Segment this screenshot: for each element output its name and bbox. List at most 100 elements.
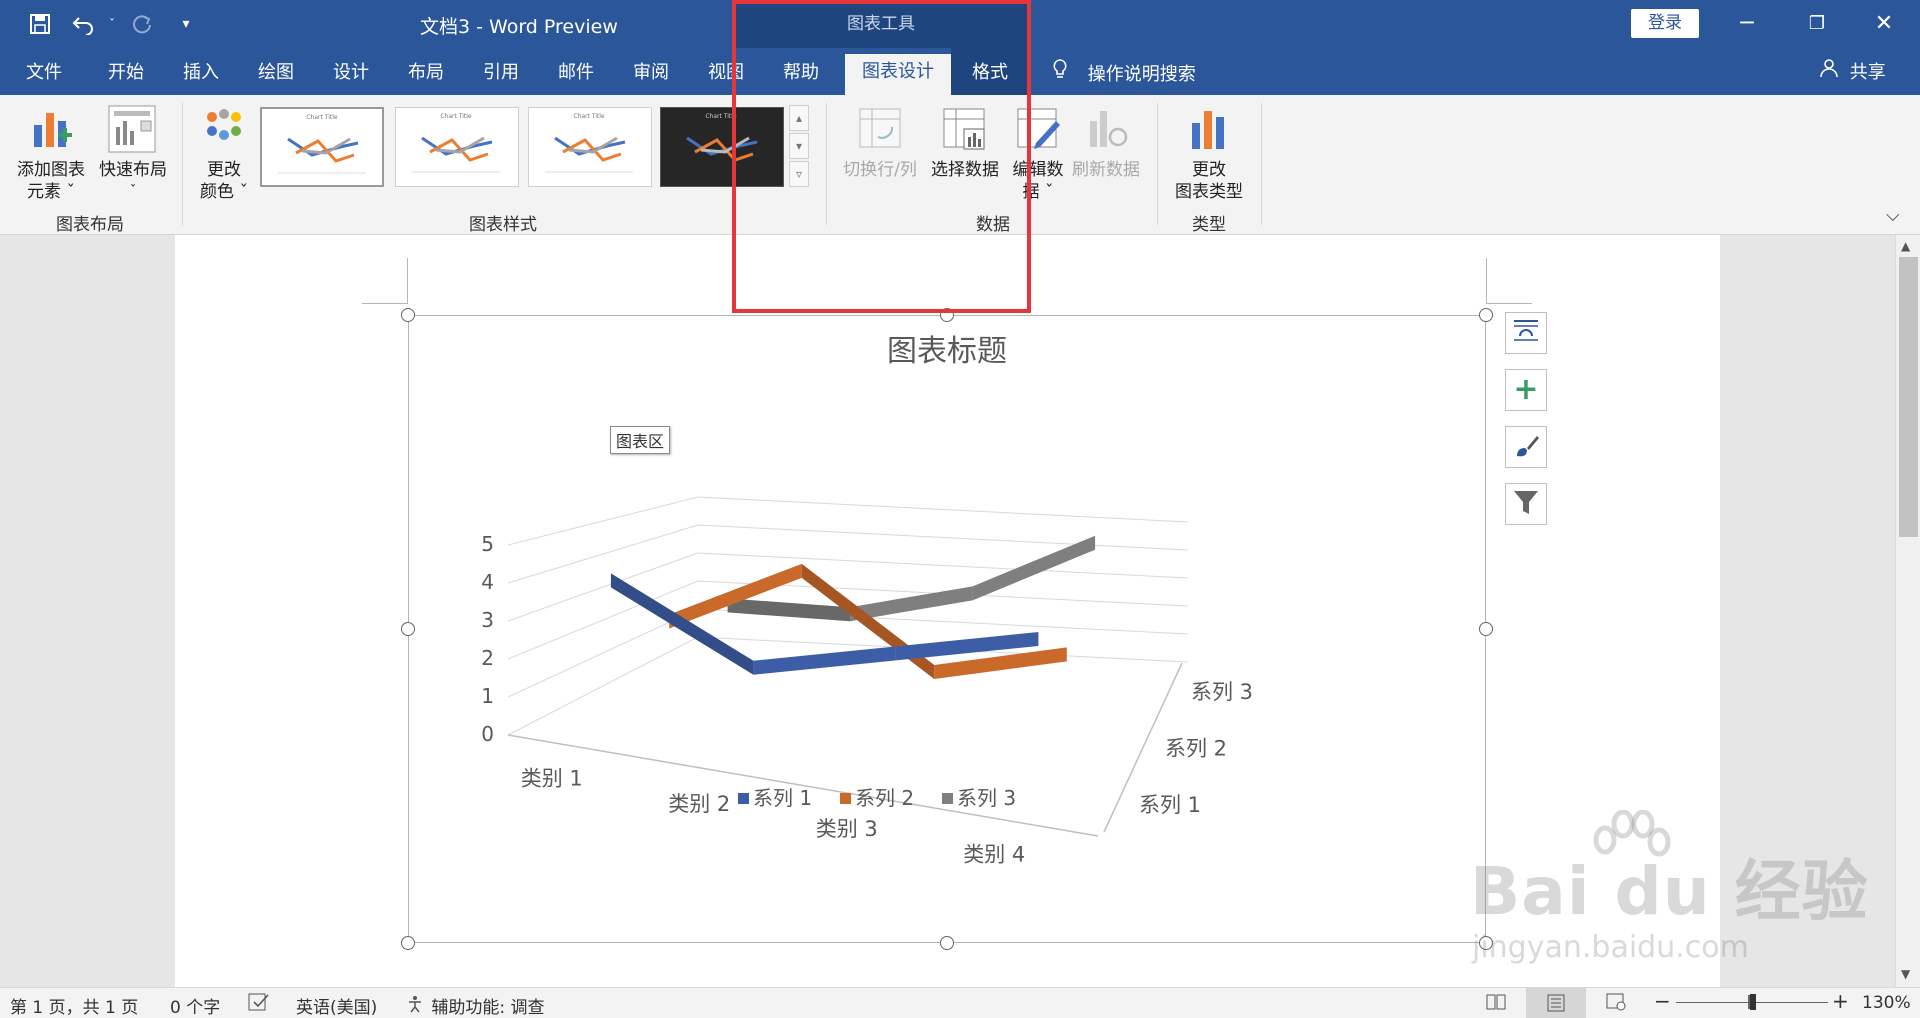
close-icon[interactable]: ✕ <box>1864 8 1904 40</box>
color-palette-icon <box>204 109 244 149</box>
resize-handle[interactable] <box>401 936 415 950</box>
zoom-level[interactable]: 130% <box>1862 993 1911 1013</box>
tell-me-search[interactable]: 操作说明搜索 <box>1052 58 1196 86</box>
tab-references[interactable]: 引用 <box>483 58 519 84</box>
tab-mailings[interactable]: 邮件 <box>558 58 594 84</box>
quick-layout-button[interactable]: 快速布局 ˇ <box>92 103 174 203</box>
person-icon <box>1820 59 1844 83</box>
resize-handle[interactable] <box>401 308 415 322</box>
svg-text:Chart Title: Chart Title <box>573 113 605 120</box>
y-tick-label: 5 <box>481 532 494 556</box>
collapse-ribbon-icon[interactable]: ⌵ <box>1886 205 1900 226</box>
watermark-url-text: jingyan.baidu.com <box>1472 930 1749 965</box>
scroll-up-icon[interactable]: ▲ <box>1901 239 1910 253</box>
group-separator <box>182 103 183 225</box>
change-colors-button[interactable]: 更改 颜色 ˇ <box>192 103 256 203</box>
accessibility-checker[interactable]: 辅助功能: 调查 <box>406 993 545 1018</box>
zoom-slider-thumb[interactable] <box>1750 994 1756 1010</box>
chart-plot[interactable]: 0 1 2 3 4 5 类别 1 类别 2 类别 3 类别 4 系列 1 系列 2 系列 3 图表标题系列… <box>408 315 1486 943</box>
category-label: 类别 3 <box>816 817 878 841</box>
gridline <box>507 496 699 546</box>
y-tick-label: 2 <box>481 646 494 670</box>
svg-text:Chart Title: Chart Title <box>306 114 338 121</box>
read-mode-icon[interactable] <box>1486 993 1506 1016</box>
resize-handle[interactable] <box>940 936 954 950</box>
filter-icon <box>1511 487 1541 521</box>
zoom-in-button[interactable]: + <box>1832 989 1849 1013</box>
save-icon[interactable] <box>26 10 54 38</box>
tab-home[interactable]: 开始 <box>108 58 144 84</box>
series-ribbon-segment <box>669 563 802 629</box>
scroll-down-icon[interactable]: ▼ <box>1901 967 1910 981</box>
add-chart-element-button[interactable]: 添加图表 元素 ˇ <box>10 103 92 203</box>
change-colors-label-2: 颜色 ˇ <box>200 182 248 202</box>
tab-file[interactable]: 文件 <box>26 58 62 84</box>
chart-style-1[interactable]: Chart Title <box>260 107 384 187</box>
layout-options-button[interactable] <box>1505 312 1547 354</box>
brush-icon <box>1511 430 1541 464</box>
search-label: 操作说明搜索 <box>1087 64 1196 85</box>
tab-layout[interactable]: 布局 <box>408 58 444 84</box>
series-ribbon-segment <box>753 646 896 675</box>
scrollbar-thumb[interactable] <box>1899 257 1918 537</box>
quick-layout-icon <box>108 105 156 157</box>
chart-title: 图表标题 <box>887 334 1007 369</box>
login-button[interactable]: 登录 <box>1631 9 1699 38</box>
add-chart-element-icon <box>30 107 74 155</box>
zoom-out-button[interactable]: − <box>1654 989 1671 1013</box>
gridline <box>507 524 699 584</box>
chart-style-3[interactable]: Chart Title <box>528 107 652 187</box>
chart-elements-button[interactable]: + <box>1505 369 1547 411</box>
proofing-icon[interactable] <box>248 993 270 1016</box>
legend-swatch <box>738 793 749 804</box>
resize-handle[interactable] <box>1479 308 1493 322</box>
resize-handle[interactable] <box>401 622 415 636</box>
vertical-scrollbar[interactable]: ▲ ▼ <box>1895 235 1920 987</box>
series-depth-label: 系列 2 <box>1165 737 1227 761</box>
restore-icon[interactable]: ❐ <box>1797 8 1837 40</box>
legend-label: 系列 1 <box>753 786 812 810</box>
category-label: 类别 1 <box>521 767 583 791</box>
y-tick-label: 1 <box>481 684 494 708</box>
accessibility-icon <box>406 996 431 1018</box>
chart-styles-button[interactable] <box>1505 426 1547 468</box>
word-count[interactable]: 0 个字 <box>170 993 220 1018</box>
change-chart-type-button[interactable]: 更改 图表类型 <box>1164 103 1254 203</box>
customize-quick-access-icon[interactable]: ▾ <box>172 10 200 38</box>
series-ribbon-segment <box>610 573 754 675</box>
share-button[interactable]: 共享 <box>1820 58 1886 84</box>
watermark-main-text: Bai du 经验 <box>1470 853 1869 930</box>
refresh-data-label: 刷新数据 <box>1072 160 1140 180</box>
group-label-chart-styles: 图表样式 <box>469 215 537 235</box>
tab-design[interactable]: 设计 <box>333 58 369 84</box>
language-indicator[interactable]: 英语(美国) <box>296 993 377 1018</box>
legend-label: 系列 2 <box>855 786 914 810</box>
status-bar: 第 1 页，共 1 页 0 个字 英语(美国) 辅助功能: 调查 − + 130… <box>0 987 1920 1018</box>
category-label: 类别 2 <box>668 792 730 816</box>
change-chart-type-label-1: 更改 <box>1192 160 1226 180</box>
chart-area-tooltip: 图表区 <box>610 426 671 454</box>
group-label-chart-layout: 图表布局 <box>56 215 124 235</box>
tab-review[interactable]: 审阅 <box>633 58 669 84</box>
undo-dropdown-icon[interactable]: ˇ <box>98 10 126 38</box>
quick-layout-dropdown-icon: ˇ <box>129 184 137 199</box>
page-count[interactable]: 第 1 页，共 1 页 <box>10 993 138 1018</box>
share-label: 共享 <box>1849 62 1886 83</box>
resize-handle[interactable] <box>1479 622 1493 636</box>
print-layout-button[interactable] <box>1526 988 1586 1018</box>
chart-style-2[interactable]: Chart Title <box>395 107 519 187</box>
change-chart-type-label-2: 图表类型 <box>1175 182 1243 202</box>
chart-filters-button[interactable] <box>1505 483 1547 525</box>
gridline <box>697 496 1189 523</box>
series-ribbon-segment <box>727 598 851 622</box>
print-layout-icon <box>1546 994 1566 1017</box>
add-chart-element-label-1: 添加图表 <box>17 160 85 180</box>
undo-icon[interactable] <box>70 10 98 38</box>
tab-insert[interactable]: 插入 <box>183 58 219 84</box>
web-layout-icon[interactable] <box>1606 993 1626 1016</box>
margin-mark <box>1486 303 1532 304</box>
tab-draw[interactable]: 绘图 <box>258 58 294 84</box>
gridline <box>697 524 1189 551</box>
y-tick-label: 4 <box>481 570 494 594</box>
minimize-icon[interactable]: ─ <box>1727 8 1767 40</box>
